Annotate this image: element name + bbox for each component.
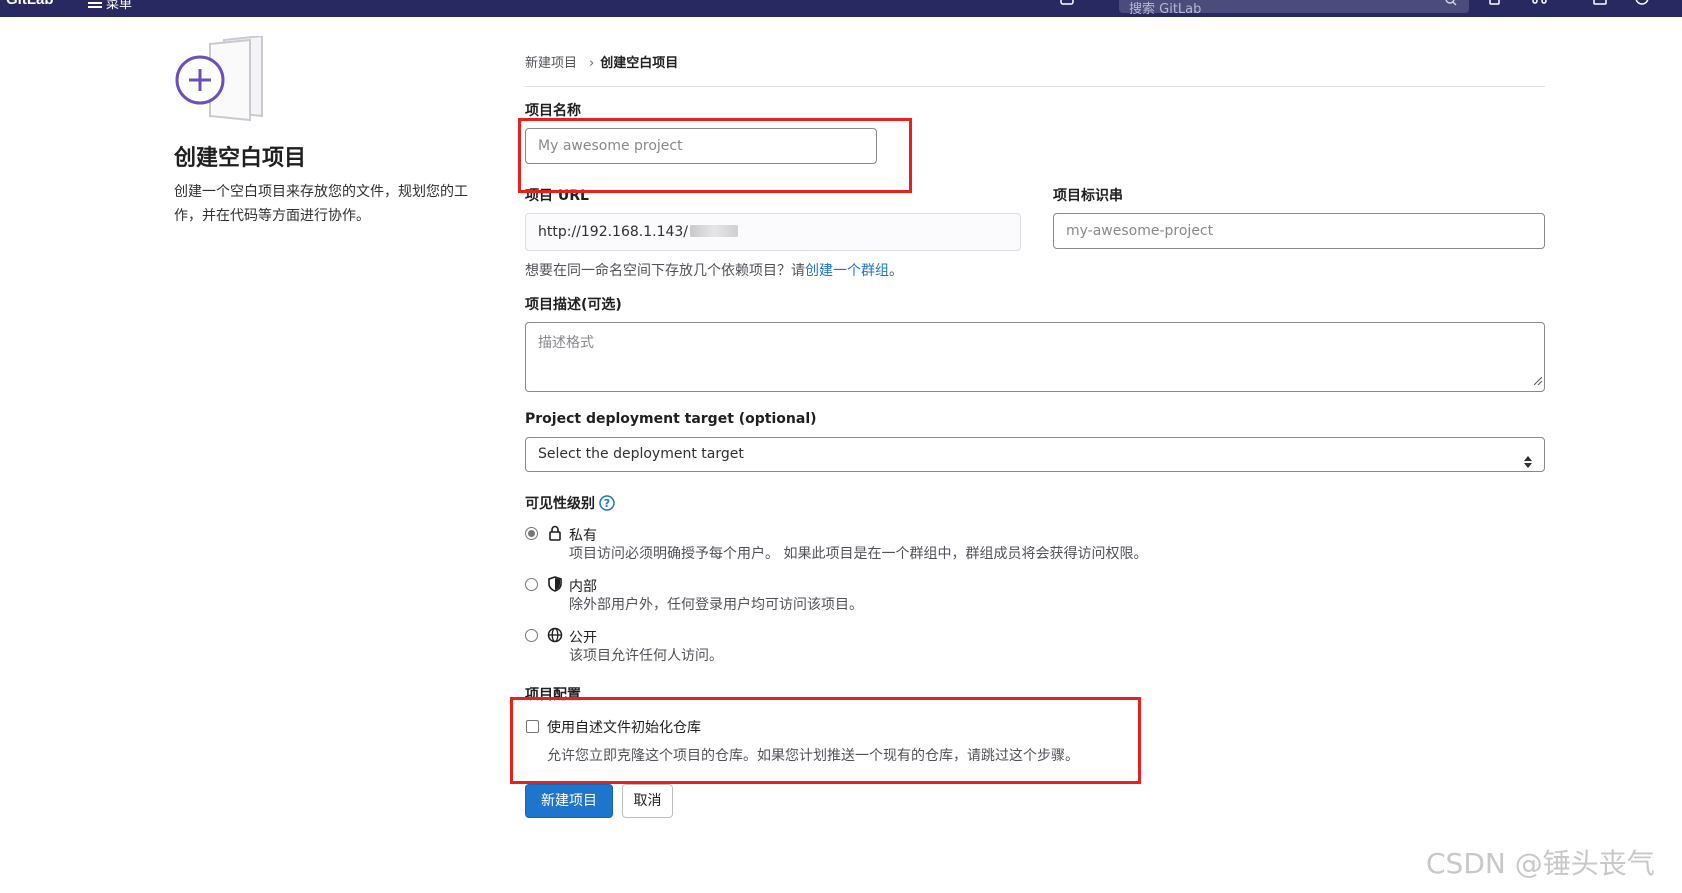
description-label: 项目描述(可选) [525,297,622,313]
project-slug-label: 项目标识串 [1053,188,1123,204]
help-icon[interactable] [1635,0,1649,6]
internal-description: 除外部用户外，任何登录用户均可访问该项目。 [569,597,863,613]
group-hint-suffix: 。 [889,263,903,279]
group-hint: 想要在同一命名空间下存放几个依赖项目？请创建一个群组。 [525,260,903,280]
search-input[interactable]: 搜索 GitLab [1119,0,1469,17]
issues-icon[interactable] [1060,0,1074,6]
project-url-field[interactable]: http://192.168.1.143/ [525,213,1021,251]
project-url-label: 项目 URL [525,188,589,204]
redacted-namespace [690,225,739,237]
public-description: 该项目允许任何人访问。 [569,648,723,664]
search-icon [1445,0,1457,11]
select-arrows-icon [1524,448,1532,481]
breadcrumb-current[interactable]: 创建空白项目 [600,56,678,71]
inbox-icon[interactable] [1593,0,1607,6]
page-title: 创建空白项目 [174,146,307,171]
public-title: 公开 [569,630,597,646]
description-placeholder: 描述格式 [538,335,594,351]
project-config-label: 项目配置 [525,687,581,703]
globe-icon [547,627,563,647]
question-circle-icon[interactable]: ? [599,495,615,515]
breadcrumb-new-project[interactable]: 新建项目 [525,56,577,71]
todo-icon[interactable] [1488,0,1502,6]
merge-request-icon[interactable] [1532,0,1547,6]
create-project-button[interactable]: 新建项目 [525,784,613,818]
search-placeholder: 搜索 GitLab [1129,2,1202,17]
visibility-label-text: 可见性级别 [525,496,595,512]
top-navbar: GitLab 菜单 搜索 GitLab [0,0,1682,17]
cancel-button[interactable]: 取消 [622,784,673,818]
blank-project-illustration [174,34,266,122]
breadcrumb-separator: › [589,56,595,71]
project-url-value: http://192.168.1.143/ [538,224,689,240]
description-textarea[interactable]: 描述格式 [525,322,1545,392]
readme-checkbox-label[interactable]: 使用自述文件初始化仓库 [547,717,701,737]
csdn-watermark: CSDN @锤头丧气 [1426,847,1655,880]
deployment-label: Project deployment target (optional) [525,411,817,427]
create-group-link[interactable]: 创建一个群组 [805,263,889,279]
private-radio[interactable] [525,527,538,540]
group-hint-prefix: 想要在同一命名空间下存放几个依赖项目？请 [525,263,805,279]
private-title: 私有 [569,528,597,544]
project-slug-placeholder: my-awesome-project [1066,223,1214,239]
breadcrumb: 新建项目 › 创建空白项目 [525,52,678,71]
deployment-select[interactable]: Select the deployment target [525,437,1545,472]
readme-help-text: 允许您立即克隆这个项目的仓库。如果您计划推送一个现有的仓库，请跳过这个步骤。 [547,748,1079,764]
project-name-input[interactable]: My awesome project [525,128,877,164]
breadcrumb-divider [525,86,1545,87]
private-description: 项目访问必须明确授予每个用户。 如果此项目是在一个群组中，群组成员将会获得访问权… [569,546,1148,562]
menu-button[interactable]: 菜单 [88,0,132,12]
public-radio[interactable] [525,629,538,642]
readme-checkbox[interactable] [526,720,539,733]
annotation-box-readme [510,697,1141,784]
project-name-label: 项目名称 [525,103,581,119]
menu-label: 菜单 [106,0,133,12]
deployment-selected: Select the deployment target [538,446,744,462]
hamburger-icon [88,0,102,12]
gitlab-logo-text[interactable]: GitLab [6,0,54,8]
shield-icon [547,576,563,596]
visibility-label: 可见性级别 ? [525,493,615,515]
project-name-placeholder: My awesome project [538,138,683,154]
lock-icon [547,525,563,545]
svg-text:?: ? [604,497,610,510]
page-description: 创建一个空白项目来存放您的文件，规划您的工作，并在代码等方面进行协作。 [174,184,468,224]
internal-title: 内部 [569,579,597,595]
project-slug-input[interactable]: my-awesome-project [1053,213,1545,249]
resize-handle-icon[interactable] [1533,373,1543,389]
internal-radio[interactable] [525,578,538,591]
